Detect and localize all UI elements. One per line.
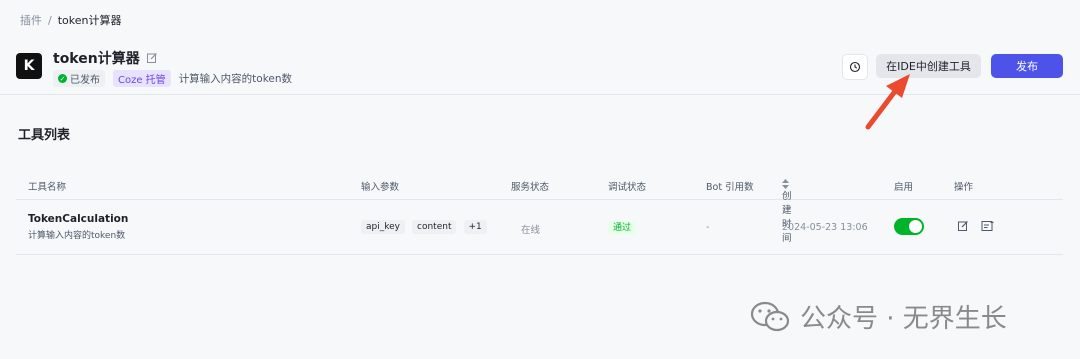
header-tool-name: 工具名称 [28,182,67,193]
hosting-badge: Coze 托管 [113,70,171,87]
plugin-description: 计算输入内容的token数 [178,73,293,85]
breadcrumb-root[interactable]: 插件 [20,12,42,28]
page-title: token计算器 [53,51,140,67]
publish-button[interactable]: 发布 [991,54,1063,78]
debug-tool-icon[interactable] [981,220,995,232]
header-params: 输入参数 [361,182,400,193]
param-tag: content [412,220,457,234]
header-created[interactable]: 创建时间 [782,179,792,244]
edit-icon[interactable] [146,52,158,64]
watermark: 公众号 · 无界生长 [750,298,1007,335]
section-title: 工具列表 [18,128,71,143]
tool-description: 计算输入内容的token数 [28,231,126,241]
bot-ref-count: - [706,222,710,233]
param-tag: api_key [361,220,405,234]
tool-table: 工具名称 输入参数 服务状态 调试状态 Bot 引用数 创建时间 启用 操作 T… [16,170,1063,255]
created-time: 2024-05-23 13:06 [782,222,868,233]
tool-name: TokenCalculation [28,213,129,225]
param-more-tag[interactable]: +1 [463,220,487,234]
edit-icon[interactable] [957,220,969,232]
breadcrumb-current: token计算器 [57,14,122,27]
wechat-icon [750,301,790,331]
table-row[interactable]: TokenCalculation 计算输入内容的token数 api_key c… [16,200,1063,255]
debug-status-badge: 通过 [608,221,637,235]
status-badge: ✓ 已发布 [53,70,105,87]
breadcrumb-separator: / [48,13,52,27]
plugin-logo: K [16,53,42,79]
plugin-header: K token计算器 ✓ 已发布 Coze 托管 计算输入内容的token数 在… [0,36,1080,95]
header-enable: 启用 [894,182,914,193]
breadcrumb: 插件 / token计算器 [20,12,121,28]
annotation-arrow-icon [865,74,910,130]
check-icon: ✓ [58,74,67,83]
enable-toggle[interactable] [894,218,924,235]
table-header: 工具名称 输入参数 服务状态 调试状态 Bot 引用数 创建时间 启用 操作 [16,170,1063,244]
header-ops: 操作 [954,182,974,193]
header-bot: Bot 引用数 [706,182,754,193]
header-service: 服务状态 [511,182,550,193]
header-debug: 调试状态 [608,182,647,193]
service-status: 在线 [521,225,541,236]
